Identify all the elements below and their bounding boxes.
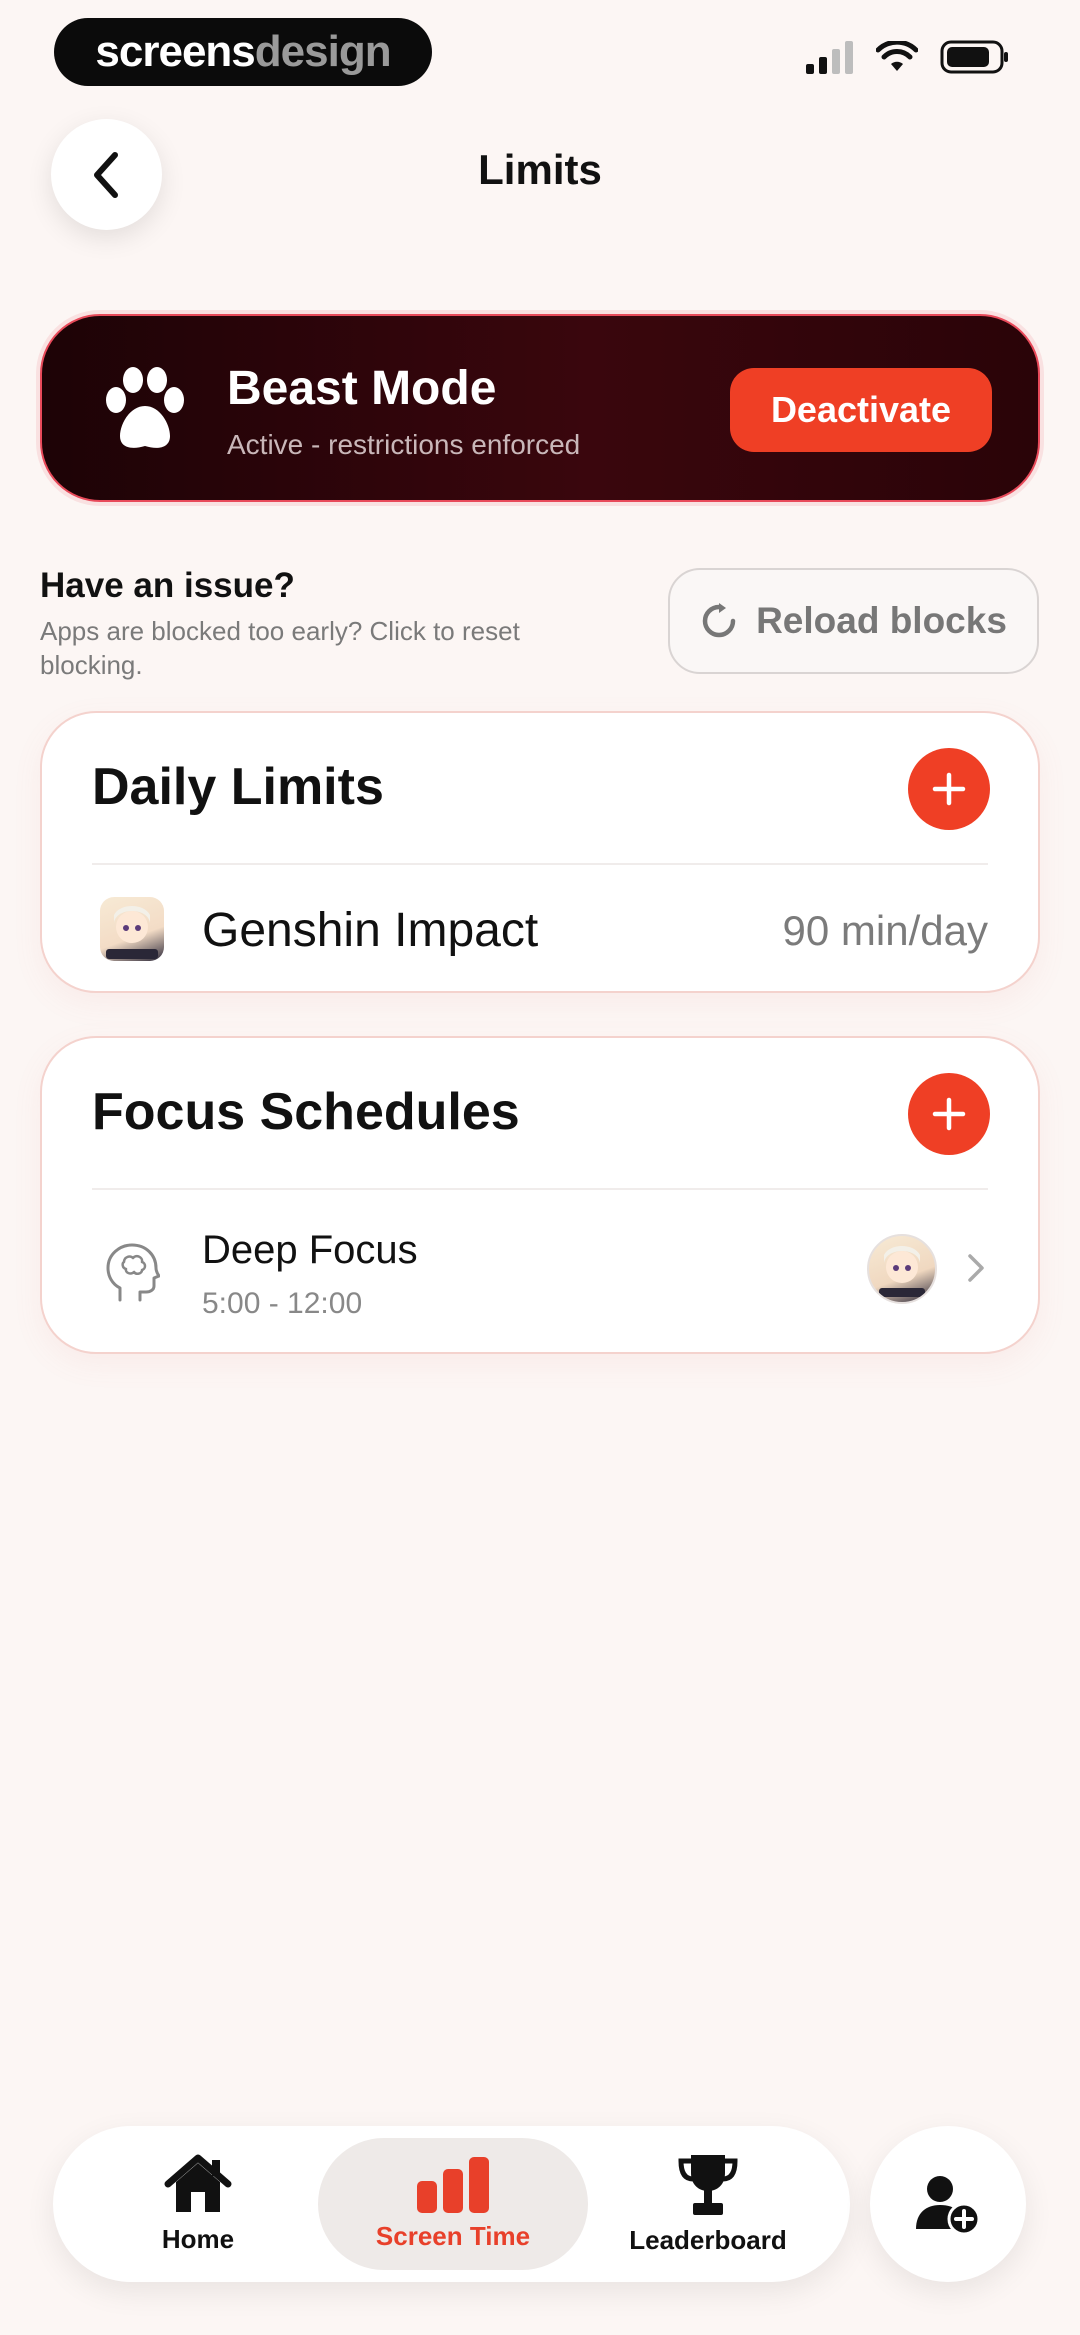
focus-schedule-name: Deep Focus [202,1228,418,1272]
deactivate-button[interactable]: Deactivate [730,368,992,452]
nav-item-screen-time[interactable]: Screen Time [318,2138,588,2270]
brand-logo: screens design [54,18,432,86]
limits-screen: screens design Limits Beast Mode Active … [0,0,1080,2335]
divider [92,863,988,865]
brand-logo-part1: screens [95,27,255,76]
nav-item-leaderboard[interactable]: Leaderboard [598,2138,818,2270]
paw-icon [106,367,184,448]
nav-item-home[interactable]: Home [93,2138,303,2270]
add-daily-limit-button[interactable] [908,748,990,830]
wifi-icon [876,41,918,71]
reload-icon [702,603,736,638]
status-bar-icons [804,40,1010,74]
reload-blocks-button[interactable]: Reload blocks [668,568,1039,674]
add-user-icon [916,2176,981,2235]
blocked-app-avatar [867,1234,937,1304]
nav-label-leaderboard: Leaderboard [629,2224,787,2255]
chevron-right-icon [968,1254,984,1282]
battery-icon [940,40,1008,74]
beast-mode-status: Active - restrictions enforced [227,429,581,460]
bar-chart-icon [417,2156,489,2213]
genshin-app-icon [100,897,164,961]
issue-title: Have an issue? [40,566,295,605]
page-title: Limits [478,146,602,193]
plus-icon [932,772,966,806]
beast-mode-banner: Beast Mode Active - restrictions enforce… [40,314,1040,502]
nav-label-screen-time: Screen Time [375,2220,531,2251]
reload-blocks-label: Reload blocks [756,600,1007,641]
focus-schedules-card: Focus Schedules Deep Focus 5:00 - 12:00 [40,1036,1040,1354]
signal-icon [806,41,853,74]
divider [92,1188,988,1190]
focus-schedules-title: Focus Schedules [92,1083,520,1141]
trophy-icon [678,2154,738,2215]
daily-limit-app-name: Genshin Impact [202,904,539,957]
brand-logo-part2: design [254,27,392,76]
daily-limits-title: Daily Limits [92,758,384,816]
add-friend-button[interactable] [870,2126,1026,2282]
beast-mode-title: Beast Mode [227,362,497,415]
brain-head-icon [106,1243,160,1302]
focus-schedule-time: 5:00 - 12:00 [202,1287,363,1320]
home-icon [164,2154,232,2212]
bottom-nav: Home Screen Time Leaderboard [53,2126,850,2282]
daily-limits-card: Daily Limits Genshin Impact 90 min/day [40,711,1040,993]
add-focus-schedule-button[interactable] [908,1073,990,1155]
issue-description: Apps are blocked too early? Click to res… [40,616,520,680]
plus-icon [932,1097,966,1131]
daily-limit-value: 90 min/day [782,907,988,954]
nav-label-home: Home [161,2223,235,2254]
